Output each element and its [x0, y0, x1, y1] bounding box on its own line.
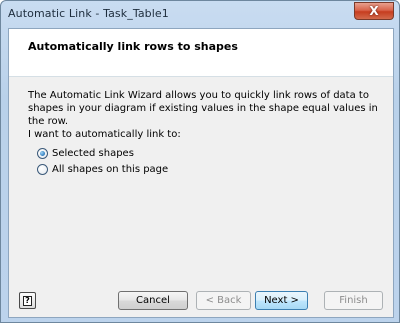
- dialog-client-area: Automatically link rows to shapes The Au…: [8, 28, 394, 318]
- help-button[interactable]: ?: [19, 292, 36, 309]
- wizard-description: The Automatic Link Wizard allows you to …: [28, 90, 378, 127]
- help-icon: ?: [23, 295, 32, 306]
- window-title: Automatic Link - Task_Table1: [8, 7, 169, 20]
- back-button[interactable]: < Back: [196, 291, 251, 310]
- next-button[interactable]: Next >: [255, 291, 308, 310]
- dialog-window: Automatic Link - Task_Table1 X Automatic…: [0, 0, 400, 323]
- cancel-button[interactable]: Cancel: [118, 291, 188, 310]
- close-icon: X: [369, 4, 379, 18]
- option-label: Selected shapes: [52, 148, 134, 159]
- finish-button[interactable]: Finish: [324, 291, 383, 310]
- close-button[interactable]: X: [354, 2, 394, 20]
- link-target-prompt: I want to automatically link to:: [28, 129, 181, 140]
- wizard-footer: ? Cancel < Back Next > Finish: [9, 277, 393, 317]
- wizard-header: Automatically link rows to shapes: [9, 29, 393, 77]
- radio-selected-shapes[interactable]: [37, 148, 48, 159]
- option-label: All shapes on this page: [52, 164, 169, 175]
- wizard-step-title: Automatically link rows to shapes: [28, 40, 238, 53]
- title-bar[interactable]: Automatic Link - Task_Table1 X: [1, 1, 399, 28]
- radio-all-shapes[interactable]: [37, 164, 48, 175]
- option-selected-shapes[interactable]: Selected shapes: [37, 148, 134, 159]
- option-all-shapes[interactable]: All shapes on this page: [37, 164, 168, 175]
